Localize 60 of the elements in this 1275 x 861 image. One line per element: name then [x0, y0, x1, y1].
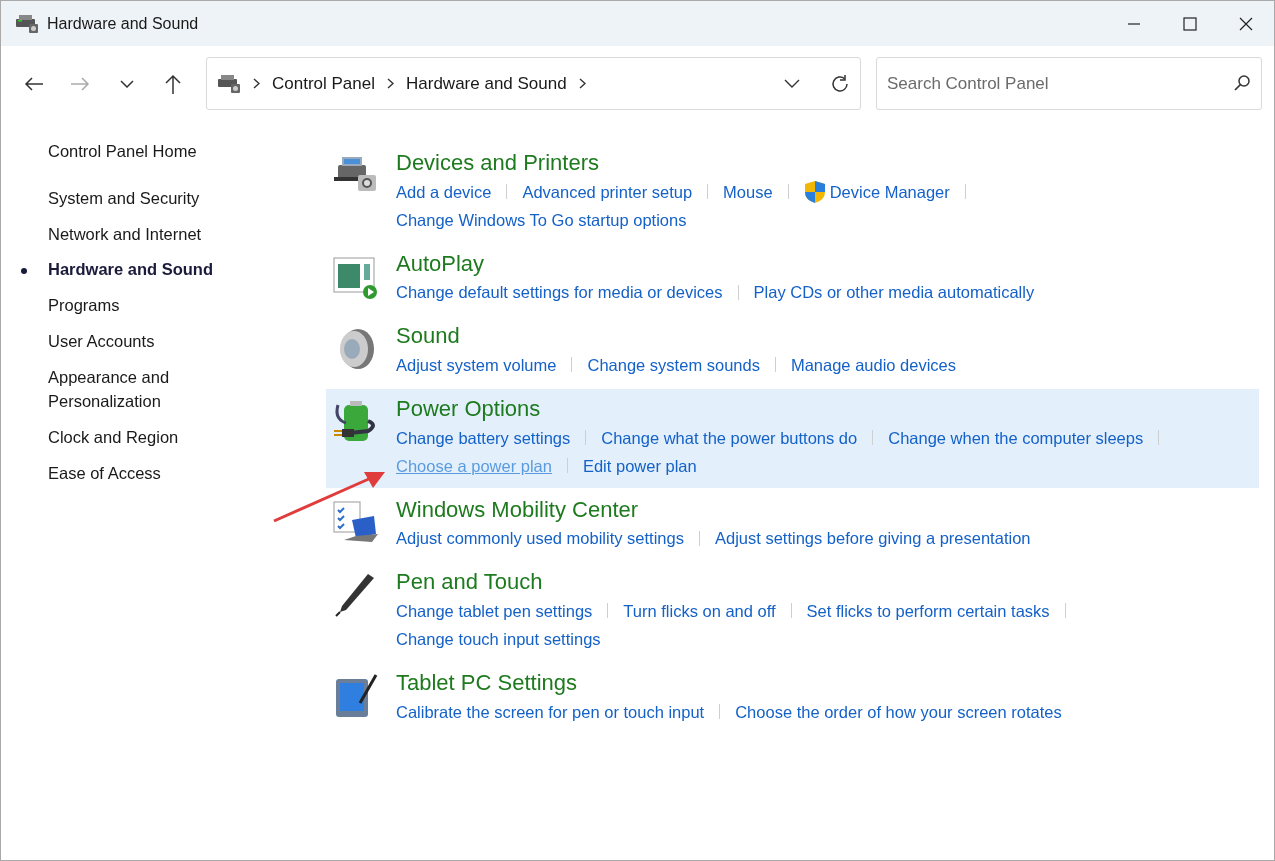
task-link[interactable]: Change what the power buttons do [601, 423, 858, 452]
minimize-icon [1127, 22, 1141, 25]
shield-icon [803, 179, 826, 204]
address-bar[interactable]: Control Panel Hardware and Sound [206, 57, 861, 110]
category-title-link[interactable]: Windows Mobility Center [396, 495, 639, 525]
chevron-icon [253, 78, 260, 89]
task-link[interactable]: Change when the computer sleeps [888, 423, 1144, 452]
task-link[interactable]: Change Windows To Go startup options [396, 205, 687, 234]
sidebar-item[interactable]: System and Security [48, 185, 238, 211]
dropdown-caret-icon[interactable] [784, 79, 800, 88]
task-link[interactable]: Choose the order of how your screen rotates [735, 697, 1062, 726]
category-title-link[interactable]: Devices and Printers [396, 149, 599, 178]
sidebar-home-link[interactable]: Control Panel Home [48, 139, 238, 164]
refresh-icon[interactable] [830, 73, 850, 94]
category-title-link[interactable]: Sound [396, 322, 460, 351]
category-title-link[interactable]: Power Options [396, 394, 541, 424]
forward-arrow-icon [70, 75, 91, 92]
task-link[interactable]: Turn flicks on and off [623, 596, 776, 625]
selection-bullet-icon [21, 268, 27, 275]
printer-icon [217, 73, 241, 94]
sidebar-item[interactable]: Appearance and Personalization [48, 364, 238, 414]
breadcrumb-link[interactable]: Hardware and Sound [406, 70, 567, 97]
chevron-icon[interactable] [578, 78, 586, 89]
sidebar-item[interactable]: Hardware and Sound [48, 257, 238, 282]
task-link[interactable]: Calibrate the screen for pen or touch input [396, 697, 705, 726]
sidebar-item[interactable]: User Accounts [48, 328, 238, 354]
chevron-icon [387, 78, 394, 89]
caret-icon [119, 79, 134, 88]
task-link[interactable]: Adjust commonly used mobility settings [396, 524, 684, 553]
category-title-link[interactable]: AutoPlay [396, 249, 485, 279]
sidebar-item[interactable]: Network and Internet [48, 221, 238, 247]
task-link[interactable]: Mouse [723, 177, 773, 206]
window-title: Hardware and Sound [47, 13, 199, 34]
task-link[interactable]: Adjust settings before giving a presentation [714, 524, 1031, 553]
task-link[interactable]: Add a device [396, 177, 492, 206]
task-link[interactable]: Manage audio devices [790, 350, 957, 379]
close-icon [1239, 16, 1253, 31]
breadcrumb-link[interactable]: Control Panel [272, 70, 375, 97]
sidebar-item[interactable]: Ease of Access [48, 460, 238, 486]
back-arrow-icon [24, 75, 45, 92]
task-link[interactable]: Change battery settings [396, 423, 571, 452]
printer-icon [15, 13, 39, 34]
task-link[interactable]: Change touch input settings [396, 624, 601, 653]
search-field[interactable]: Search Control Panel [876, 57, 1262, 110]
task-link[interactable]: Set flicks to perform certain tasks [806, 596, 1050, 625]
task-link[interactable]: Change default settings for media or devices [396, 278, 723, 307]
maximize-icon [1183, 16, 1197, 31]
category-title-link[interactable]: Tablet PC Settings [396, 669, 577, 698]
sidebar-item[interactable]: Programs [48, 293, 238, 318]
up-arrow-icon [163, 73, 182, 94]
category-title-link[interactable]: Pen and Touch [396, 568, 543, 597]
task-link[interactable]: Play CDs or other media automatically [753, 278, 1035, 307]
sidebar-item[interactable]: Clock and Region [48, 425, 238, 450]
task-link[interactable]: Adjust system volume [396, 350, 557, 379]
task-link[interactable]: Change tablet pen settings [396, 596, 593, 625]
task-link[interactable]: Edit power plan [582, 451, 697, 480]
task-link[interactable]: Change system sounds [587, 350, 760, 379]
task-link[interactable]: Advanced printer setup [522, 177, 693, 206]
task-link[interactable]: Device Manager [803, 177, 950, 206]
search-icon [1234, 75, 1250, 91]
